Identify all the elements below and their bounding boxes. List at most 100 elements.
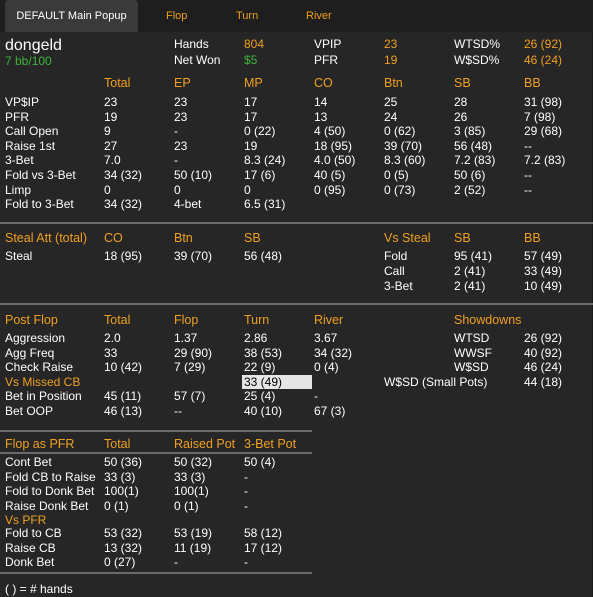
flop-pfr-cell: 50 (36) [104,455,143,469]
postflop2-cell: -- [174,404,182,418]
preflop-cell: -- [524,168,532,182]
preflop-cell: -- [524,138,532,153]
steal-header-title: Steal Att (total) [5,231,87,245]
showdown-cell: 26 (92) [524,331,563,345]
postflop-cell: 0 (4) [314,360,339,375]
footer-note: ( ) = # hands [5,582,73,596]
flop-pfr-row-label: Raise Donk Bet [5,498,89,513]
preflop-cell: 39 (70) [384,138,423,153]
postflop-row-label: Agg Freq [5,345,55,360]
divider-footer [0,572,312,574]
preflop-cell: 25 [384,95,398,109]
preflop-cell: 50 (6) [454,168,486,182]
preflop-row-label: Limp [5,182,32,197]
vs-missed-cb-value: 33 (49) [244,375,283,389]
netwon-label: Net Won [174,53,221,67]
vs-pfr-label: Vs PFR [5,513,47,527]
vs-missed-cb-highlight[interactable]: 33 (49) [242,375,312,389]
flop-pfr2-cell: 13 (32) [104,540,143,555]
preflop-header-mp: MP [244,76,263,90]
postflop-row-label: Check Raise [5,360,74,375]
preflop-cell: 17 (6) [244,168,276,182]
flop-pfr2-cell: 11 (19) [174,540,212,555]
preflop-cell: 29 (68) [524,124,563,139]
preflop-cell: 31 (98) [524,95,563,109]
postflop-header-title: Post Flop [5,313,58,327]
preflop-header-btn: Btn [384,76,403,90]
vpip-value: 23 [384,37,398,51]
tab-default-main-popup[interactable]: DEFAULT Main Popup [5,0,138,32]
postflop-cell: 34 (32) [314,345,353,360]
preflop-cell: 14 [314,95,328,109]
flop-pfr2-row-label: Raise CB [5,540,56,555]
preflop-cell: 13 [314,109,328,124]
flop-pfr-header-total: Total [104,437,131,451]
tab-flop[interactable]: Flop [166,0,187,32]
preflop-row-label: VP$IP [5,95,40,109]
showdown-row-label: WTSD [454,331,490,345]
player-winrate: 7 bb/100 [5,54,52,68]
flop-pfr-header-3bet: 3-Bet Pot [244,437,297,451]
vpip-label: VPIP [314,37,342,51]
preflop-cell: 23 [174,138,188,153]
tab-turn[interactable]: Turn [236,0,258,32]
flop-pfr2-cell: 17 (12) [244,540,283,555]
steal-header-sb: SB [244,231,261,245]
divider-steal [0,222,593,224]
flop-pfr2-cell: - [174,555,178,570]
vs-missed-cb-label: Vs Missed CB [5,375,81,389]
postflop-header-river: River [314,313,344,327]
preflop-row-label: Raise 1st [5,138,56,153]
postflop-cell: 2.86 [244,331,268,345]
wtsd-label: WTSD% [454,37,500,51]
preflop-cell: 18 (95) [314,138,353,153]
hands-label: Hands [174,37,209,51]
flop-pfr-cell: 33 (3) [174,469,206,484]
preflop-cell: 27 [104,138,118,153]
flop-pfr-cell: - [244,484,248,499]
flop-pfr2-cell: - [244,555,248,570]
postflop-cell: 33 [104,345,118,360]
player-name: dongeld [5,37,62,54]
divider-flop-pfr [0,430,312,432]
preflop-cell: 2 (52) [454,182,486,197]
vs-steal-cell: 10 (49) [524,279,563,293]
postflop-cell: 38 (53) [244,345,283,360]
preflop-cell: 17 [244,95,258,109]
postflop-header-flop: Flop [174,313,199,327]
steal-row-label: Steal [5,249,33,263]
flop-pfr-header-title: Flop as PFR [5,437,75,451]
vs-steal-header-bb: BB [524,231,541,245]
flop-pfr-cell: 100(1) [174,484,209,499]
flop-pfr2-cell: 53 (32) [104,526,143,540]
postflop-cell: 10 (42) [104,360,143,375]
vs-steal-cell: 57 (49) [524,249,563,263]
preflop-cell: 7 (98) [524,109,556,124]
preflop-cell: 9 [104,124,111,139]
preflop-row-label: 3-Bet [5,153,34,168]
tab-river[interactable]: River [306,0,332,32]
vs-steal-cell: 2 (41) [454,264,486,278]
preflop-cell: 56 (48) [454,138,493,153]
preflop-header-bb: BB [524,76,541,90]
postflop-cell: 2.0 [104,331,121,345]
preflop-cell: 0 (62) [384,124,416,139]
postflop-cell: 1.37 [174,331,198,345]
steal-header-co: CO [104,231,123,245]
flop-pfr-cell: - [244,498,248,513]
preflop-cell: 8.3 (24) [244,153,286,168]
tab-bar: DEFAULT Main Popup Flop Turn River [0,0,593,32]
preflop-cell: 0 (73) [384,182,416,197]
flop-pfr-cell: - [244,469,248,484]
postflop2-cell: 46 (13) [104,404,143,418]
steal-row-btn: 39 (70) [174,249,213,263]
preflop-cell: 7.2 (83) [524,153,566,168]
preflop-cell: 34 (32) [104,168,143,182]
showdown-cell: 40 (92) [524,345,563,360]
postflop2-cell: - [314,389,318,403]
vs-steal-row-label: 3-Bet [384,279,413,293]
vs-steal-row-label: Fold [384,249,408,263]
preflop-cell: 4 (50) [314,124,346,139]
postflop2-cell: 40 (10) [244,404,283,418]
flop-pfr2-row-label: Donk Bet [5,555,55,570]
